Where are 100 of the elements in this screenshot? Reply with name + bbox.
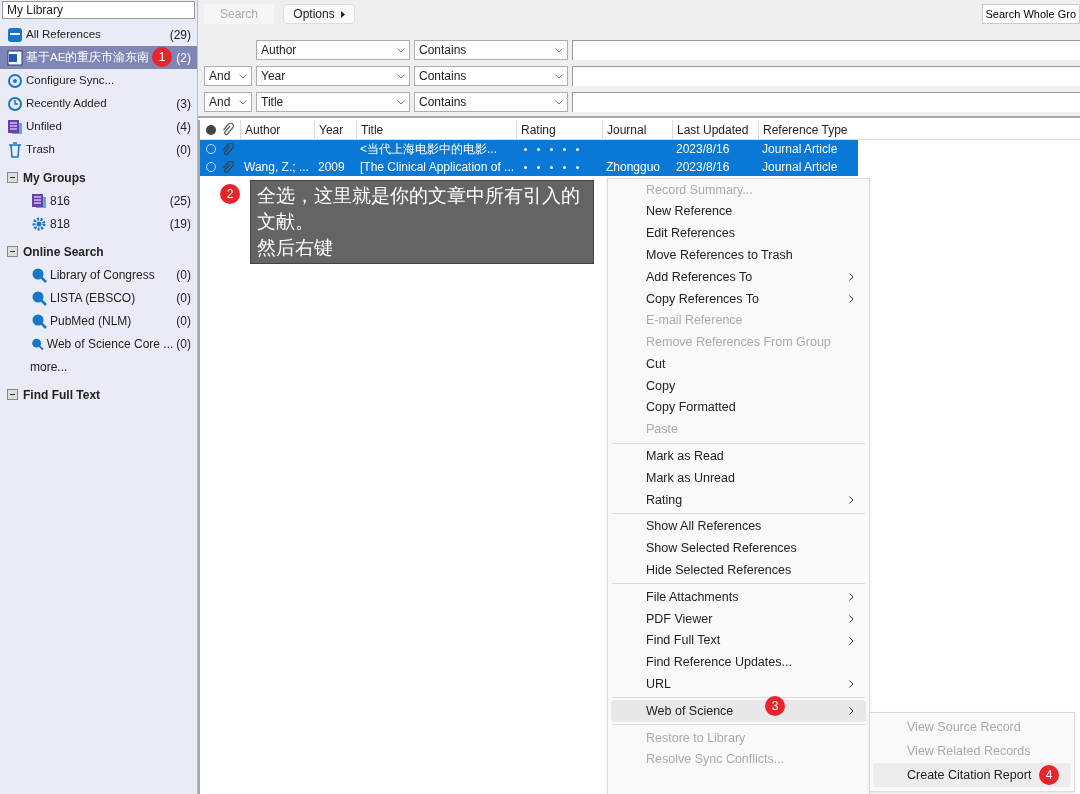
document-icon [7, 49, 23, 66]
menu-item[interactable]: Copy [611, 375, 866, 397]
menu-item[interactable]: Create Citation Report 4 [873, 763, 1071, 787]
chevron-icon [849, 680, 854, 689]
chevron-icon [849, 707, 854, 716]
caret-icon [555, 99, 563, 105]
menu-item[interactable]: Cut [611, 353, 866, 376]
caret-icon [397, 99, 405, 105]
caret-icon [397, 73, 405, 79]
menu-item[interactable]: Show All References [611, 515, 866, 538]
chevron-icon [849, 636, 854, 645]
section-header[interactable]: Find Full Text [0, 383, 197, 406]
gear-icon [31, 215, 47, 232]
step-badge: 3 [765, 696, 785, 717]
sidebar-item[interactable]: Recently Added (3) [0, 92, 197, 115]
chevron-icon [849, 294, 854, 303]
search-input[interactable] [572, 66, 1080, 86]
column-header[interactable]: Year [314, 119, 356, 140]
menu-item[interactable]: PDF Viewer [611, 608, 866, 630]
search-scope-dropdown[interactable]: Search Whole Gro [981, 4, 1080, 24]
chevron-icon [849, 593, 854, 602]
step-badge: 4 [1039, 765, 1059, 785]
column-header[interactable]: Journal [602, 119, 672, 140]
paperclip-icon [222, 123, 234, 136]
search-input[interactable] [572, 40, 1080, 60]
chevron-icon [849, 615, 854, 624]
menu-item[interactable]: Add References To [611, 266, 866, 288]
sidebar-item[interactable]: PubMed (NLM) (0) [0, 309, 197, 332]
paperclip-icon [222, 160, 234, 174]
caret-icon [397, 47, 405, 53]
column-header[interactable]: Rating [516, 119, 602, 140]
column-header[interactable]: Title [356, 119, 516, 140]
dropdown[interactable]: Year [256, 66, 410, 86]
table-cell-text: [The Clinical Application of ... [359, 159, 516, 176]
collapse-icon[interactable] [7, 389, 18, 400]
table-row[interactable]: Wang, Z.; ... 2009 [The Clinical Application of ... Zhongguo 2023/8/16 Journal Article [200, 158, 858, 176]
sync-icon [7, 72, 23, 89]
sidebar-item[interactable]: Library of Congress (0) [0, 263, 197, 286]
column-header[interactable]: Author [240, 119, 314, 140]
callout-text: 全选，这里就是你的文章中所有引入的文献。 [257, 184, 581, 234]
menu-item[interactable]: Edit References [611, 222, 866, 245]
sidebar-item[interactable]: Web of Science Core ... (0) [0, 332, 197, 355]
dropdown[interactable]: And [204, 66, 252, 86]
dropdown[interactable]: Author [256, 40, 410, 60]
table-cell-text: 2023/8/16 [675, 141, 731, 158]
column-header[interactable]: Last Updated [672, 119, 758, 140]
sidebar-item[interactable]: 816 (25) [0, 189, 197, 212]
more-link[interactable]: more... [0, 355, 197, 378]
sidebar-item[interactable]: All References (29) [0, 23, 197, 46]
globe-search-icon [31, 289, 47, 306]
menu-item[interactable]: Move References to Trash [611, 244, 866, 267]
collapse-icon[interactable] [7, 172, 18, 183]
menu-item[interactable]: Hide Selected References [611, 559, 866, 582]
dropdown[interactable]: Title [256, 92, 410, 112]
dropdown[interactable]: Contains [414, 66, 568, 86]
sidebar-item[interactable]: Configure Sync... [0, 69, 197, 92]
step-badge: 2 [220, 184, 240, 204]
table-cell-text: Zhongguo [605, 159, 662, 176]
menu-item[interactable]: File Attachments [611, 586, 866, 609]
table-row[interactable]: <当代上海电影中的电影... 2023/8/16 Journal Article [200, 140, 858, 158]
menu-item[interactable]: Mark as Read [611, 445, 866, 468]
dropdown[interactable]: Contains [414, 92, 568, 112]
menu-item[interactable]: Show Selected References [611, 537, 866, 560]
caret-icon [239, 99, 247, 105]
callout-text: 然后右键 [257, 236, 334, 260]
table-cell-text: <当代上海电影中的电影... [359, 141, 498, 158]
menu-item[interactable]: New Reference [611, 200, 866, 223]
menu-item[interactable]: Rating [611, 489, 866, 511]
menu-item[interactable]: Copy Formatted [611, 396, 866, 419]
table-cell-text: 2009 [317, 159, 346, 176]
caret-icon [555, 47, 563, 53]
options-button[interactable]: Options [283, 4, 355, 24]
sidebar-item[interactable]: Trash (0) [0, 138, 197, 161]
caret-icon [239, 73, 247, 79]
globe-search-icon [31, 312, 47, 329]
menu-item[interactable]: Find Reference Updates... [611, 651, 866, 674]
library-field[interactable]: My Library [2, 1, 195, 19]
list-icon [7, 118, 23, 135]
triangle-icon [340, 10, 345, 18]
sidebar-item[interactable]: LISTA (EBSCO) (0) [0, 286, 197, 309]
sidebar-item[interactable]: Unfiled (4) [0, 115, 197, 138]
column-header[interactable]: Reference Type [758, 119, 856, 140]
menu-item[interactable]: Find Full Text [611, 629, 866, 652]
trash-icon [7, 141, 23, 158]
menu-item[interactable]: URL [611, 673, 866, 696]
table-cell-text: Wang, Z.; ... [243, 159, 310, 176]
dropdown[interactable]: Contains [414, 40, 568, 60]
library-icon [7, 26, 23, 43]
collapse-icon[interactable] [7, 246, 18, 257]
menu-item[interactable]: Mark as Unread [611, 467, 866, 490]
table-cell-text: Journal Article [761, 159, 839, 176]
section-header[interactable]: Online Search [0, 240, 197, 263]
clock-icon [7, 95, 23, 112]
search-input[interactable] [572, 92, 1080, 112]
menu-item[interactable]: Copy References To [611, 288, 866, 310]
section-header[interactable]: My Groups [0, 166, 197, 189]
sidebar-item[interactable]: 基于AE的重庆市渝东南 1 (2) [0, 46, 197, 69]
step-badge: 1 [152, 47, 172, 67]
dropdown[interactable]: And [204, 92, 252, 112]
sidebar-item[interactable]: 818 (19) [0, 212, 197, 235]
